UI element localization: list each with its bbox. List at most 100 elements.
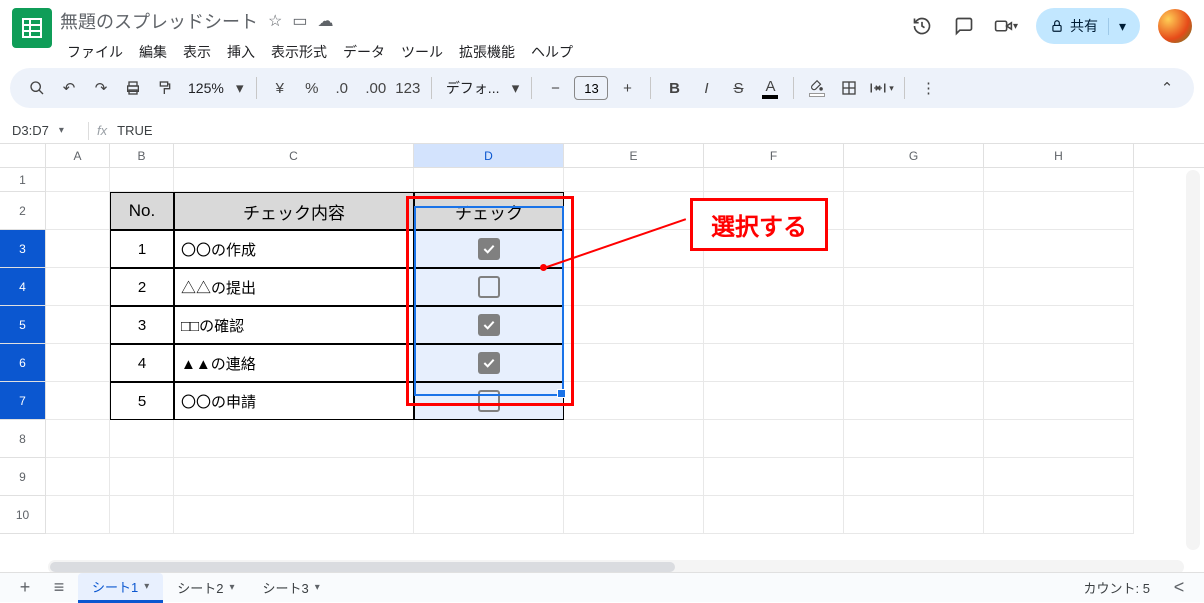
paint-format-icon[interactable]	[152, 74, 178, 102]
font-family[interactable]: デフォ...	[442, 78, 504, 98]
history-icon[interactable]	[910, 14, 934, 38]
zoom-caret-icon[interactable]: ▾	[234, 74, 246, 102]
cell-B1[interactable]	[110, 168, 174, 192]
meet-icon[interactable]: ▾	[994, 14, 1018, 38]
redo-icon[interactable]: ↷	[88, 74, 114, 102]
row-header-4[interactable]: 4	[0, 268, 46, 306]
cell-E8[interactable]	[564, 420, 704, 458]
strikethrough-icon[interactable]: S	[725, 74, 751, 102]
cell-A6[interactable]	[46, 344, 110, 382]
cell-G4[interactable]	[844, 268, 984, 306]
menu-表示形式[interactable]: 表示形式	[264, 38, 334, 66]
name-box[interactable]: D3:D7▾	[0, 123, 80, 138]
row-header-9[interactable]: 9	[0, 458, 46, 496]
col-header-F[interactable]: F	[704, 144, 844, 167]
document-title[interactable]: 無題のスプレッドシート	[60, 8, 258, 34]
search-icon[interactable]	[24, 74, 50, 102]
cell-A2[interactable]	[46, 192, 110, 230]
cell-F10[interactable]	[704, 496, 844, 534]
cell-H2[interactable]	[984, 192, 1134, 230]
explore-caret-icon[interactable]: <	[1164, 575, 1194, 601]
cell-D10[interactable]	[414, 496, 564, 534]
cells-area[interactable]: No.チェック内容チェック1〇〇の作成2△△の提出3□□の確認4▲▲の連絡5〇〇…	[46, 168, 1188, 534]
cell-C1[interactable]	[174, 168, 414, 192]
cell-E6[interactable]	[564, 344, 704, 382]
cell-C7[interactable]: 〇〇の申請	[174, 382, 414, 420]
vertical-scrollbar[interactable]	[1186, 170, 1200, 550]
cell-H6[interactable]	[984, 344, 1134, 382]
cell-H9[interactable]	[984, 458, 1134, 496]
move-icon[interactable]: ▭	[292, 11, 307, 31]
menu-表示[interactable]: 表示	[176, 38, 218, 66]
cell-B2[interactable]: No.	[110, 192, 174, 230]
cell-B5[interactable]: 3	[110, 306, 174, 344]
cell-C4[interactable]: △△の提出	[174, 268, 414, 306]
cell-G7[interactable]	[844, 382, 984, 420]
cell-H3[interactable]	[984, 230, 1134, 268]
row-header-1[interactable]: 1	[0, 168, 46, 192]
cell-H1[interactable]	[984, 168, 1134, 192]
cell-B7[interactable]: 5	[110, 382, 174, 420]
cell-A1[interactable]	[46, 168, 110, 192]
row-header-8[interactable]: 8	[0, 420, 46, 458]
cell-D8[interactable]	[414, 420, 564, 458]
cell-H5[interactable]	[984, 306, 1134, 344]
cell-E7[interactable]	[564, 382, 704, 420]
percent-icon[interactable]: %	[299, 74, 325, 102]
increase-font-icon[interactable]: +	[614, 74, 640, 102]
cell-D1[interactable]	[414, 168, 564, 192]
col-header-C[interactable]: C	[174, 144, 414, 167]
cell-G8[interactable]	[844, 420, 984, 458]
add-sheet-icon[interactable]: +	[10, 575, 40, 601]
share-caret-icon[interactable]: ▾	[1108, 18, 1126, 35]
menu-編集[interactable]: 編集	[132, 38, 174, 66]
cell-C6[interactable]: ▲▲の連絡	[174, 344, 414, 382]
cell-G6[interactable]	[844, 344, 984, 382]
collapse-toolbar-icon[interactable]: ⌃	[1154, 74, 1180, 102]
cell-H8[interactable]	[984, 420, 1134, 458]
cell-A7[interactable]	[46, 382, 110, 420]
select-all-corner[interactable]	[0, 144, 46, 168]
sheet-tab-caret-icon[interactable]: ▾	[315, 582, 320, 593]
cell-G1[interactable]	[844, 168, 984, 192]
cell-G3[interactable]	[844, 230, 984, 268]
sheets-logo-icon[interactable]	[12, 8, 52, 48]
cell-C2[interactable]: チェック内容	[174, 192, 414, 230]
row-headers[interactable]: 12345678910	[0, 168, 46, 534]
cell-G9[interactable]	[844, 458, 984, 496]
account-avatar[interactable]	[1158, 9, 1192, 43]
cell-F9[interactable]	[704, 458, 844, 496]
cell-B3[interactable]: 1	[110, 230, 174, 268]
cell-B6[interactable]: 4	[110, 344, 174, 382]
font-caret-icon[interactable]: ▾	[509, 74, 521, 102]
cell-F7[interactable]	[704, 382, 844, 420]
menu-ファイル[interactable]: ファイル	[60, 38, 130, 66]
col-header-B[interactable]: B	[110, 144, 174, 167]
sheet-tab-シート1[interactable]: シート1▾	[78, 573, 163, 603]
cell-A4[interactable]	[46, 268, 110, 306]
currency-icon[interactable]: ¥	[267, 74, 293, 102]
decrease-decimal-icon[interactable]: .0	[331, 74, 357, 102]
print-icon[interactable]	[120, 74, 146, 102]
cell-A9[interactable]	[46, 458, 110, 496]
formula-input[interactable]: TRUE	[117, 123, 152, 138]
fill-color-icon[interactable]	[804, 74, 830, 102]
share-button[interactable]: 共有 ▾	[1036, 8, 1140, 44]
cell-C3[interactable]: 〇〇の作成	[174, 230, 414, 268]
cell-C9[interactable]	[174, 458, 414, 496]
col-header-G[interactable]: G	[844, 144, 984, 167]
increase-decimal-icon[interactable]: .00	[363, 74, 389, 102]
cell-D9[interactable]	[414, 458, 564, 496]
cell-F8[interactable]	[704, 420, 844, 458]
cell-F1[interactable]	[704, 168, 844, 192]
cell-G10[interactable]	[844, 496, 984, 534]
sheet-tab-caret-icon[interactable]: ▾	[230, 582, 235, 593]
comment-icon[interactable]	[952, 14, 976, 38]
row-header-10[interactable]: 10	[0, 496, 46, 534]
decrease-font-icon[interactable]: −	[542, 74, 568, 102]
col-header-E[interactable]: E	[564, 144, 704, 167]
sheet-tab-シート2[interactable]: シート2▾	[163, 573, 248, 603]
all-sheets-icon[interactable]: ≡	[44, 575, 74, 601]
cell-E2[interactable]	[564, 192, 704, 230]
cell-A8[interactable]	[46, 420, 110, 458]
